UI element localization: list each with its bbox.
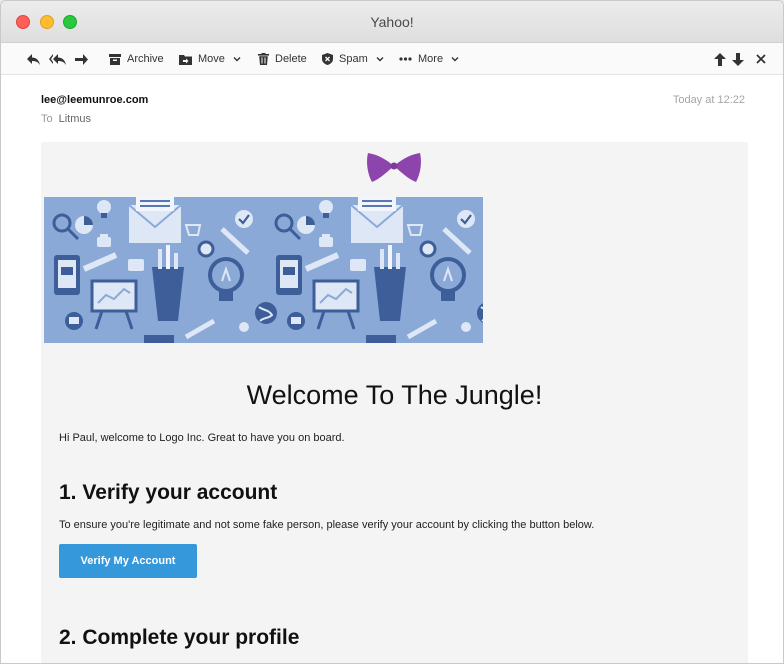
email-body: Welcome To The Jungle! Hi Paul, welcome … (41, 142, 748, 663)
arrow-up-icon (714, 52, 726, 66)
message-header: lee@leemunroe.com Today at 12:22 To Litmu… (1, 77, 783, 141)
reply-all-icon (49, 53, 66, 65)
recipient-row: To Litmus (41, 113, 91, 125)
reply-all-button[interactable] (49, 43, 66, 75)
hero-pattern (44, 197, 483, 343)
archive-button[interactable]: Archive (109, 43, 164, 75)
sender-address[interactable]: lee@leemunroe.com (41, 94, 148, 106)
email-heading: Welcome To The Jungle! (246, 380, 543, 410)
delete-icon (258, 53, 269, 65)
title-bar: Yahoo! (1, 1, 783, 43)
move-icon (179, 54, 192, 65)
chevron-down-icon (233, 57, 241, 62)
spam-icon (322, 53, 333, 65)
recipient-name[interactable]: Litmus (59, 113, 91, 125)
step2-title: 2. Complete your profile (59, 626, 300, 649)
chevron-down-icon (376, 57, 384, 62)
step1-text: To ensure you're legitimate and not some… (59, 519, 595, 531)
move-label: Move (198, 53, 225, 65)
spam-label: Spam (339, 53, 368, 65)
spam-button[interactable]: Spam (322, 43, 384, 75)
hero-illustration (44, 197, 483, 343)
forward-button[interactable] (75, 43, 88, 75)
verify-account-button[interactable]: Verify My Account (59, 544, 197, 578)
forward-icon (75, 53, 88, 65)
greeting-text: Hi Paul, welcome to Logo Inc. Great to h… (59, 432, 345, 444)
move-button[interactable]: Move (179, 43, 241, 75)
archive-icon (109, 53, 121, 65)
step1-title: 1. Verify your account (59, 481, 278, 504)
more-button[interactable]: More (399, 43, 459, 75)
window-title: Yahoo! (370, 14, 414, 30)
more-label: More (418, 53, 444, 65)
toolbar: Archive Move Delete Spam More (1, 43, 783, 75)
arrow-down-icon (732, 52, 744, 66)
next-message-button[interactable] (732, 43, 744, 75)
reply-icon (27, 53, 40, 65)
close-icon (756, 54, 766, 64)
delete-button[interactable]: Delete (258, 43, 307, 75)
to-label: To (41, 113, 53, 125)
previous-message-button[interactable] (714, 43, 726, 75)
close-message-button[interactable] (756, 43, 766, 75)
archive-label: Archive (127, 53, 164, 65)
more-icon (399, 57, 412, 61)
bowtie-logo (367, 153, 421, 182)
chevron-down-icon (451, 57, 459, 62)
delete-label: Delete (275, 53, 307, 65)
mail-window: Yahoo! Archive Move Delete Spam More lee… (0, 0, 784, 664)
reply-button[interactable] (27, 43, 40, 75)
message-date: Today at 12:22 (672, 94, 745, 106)
